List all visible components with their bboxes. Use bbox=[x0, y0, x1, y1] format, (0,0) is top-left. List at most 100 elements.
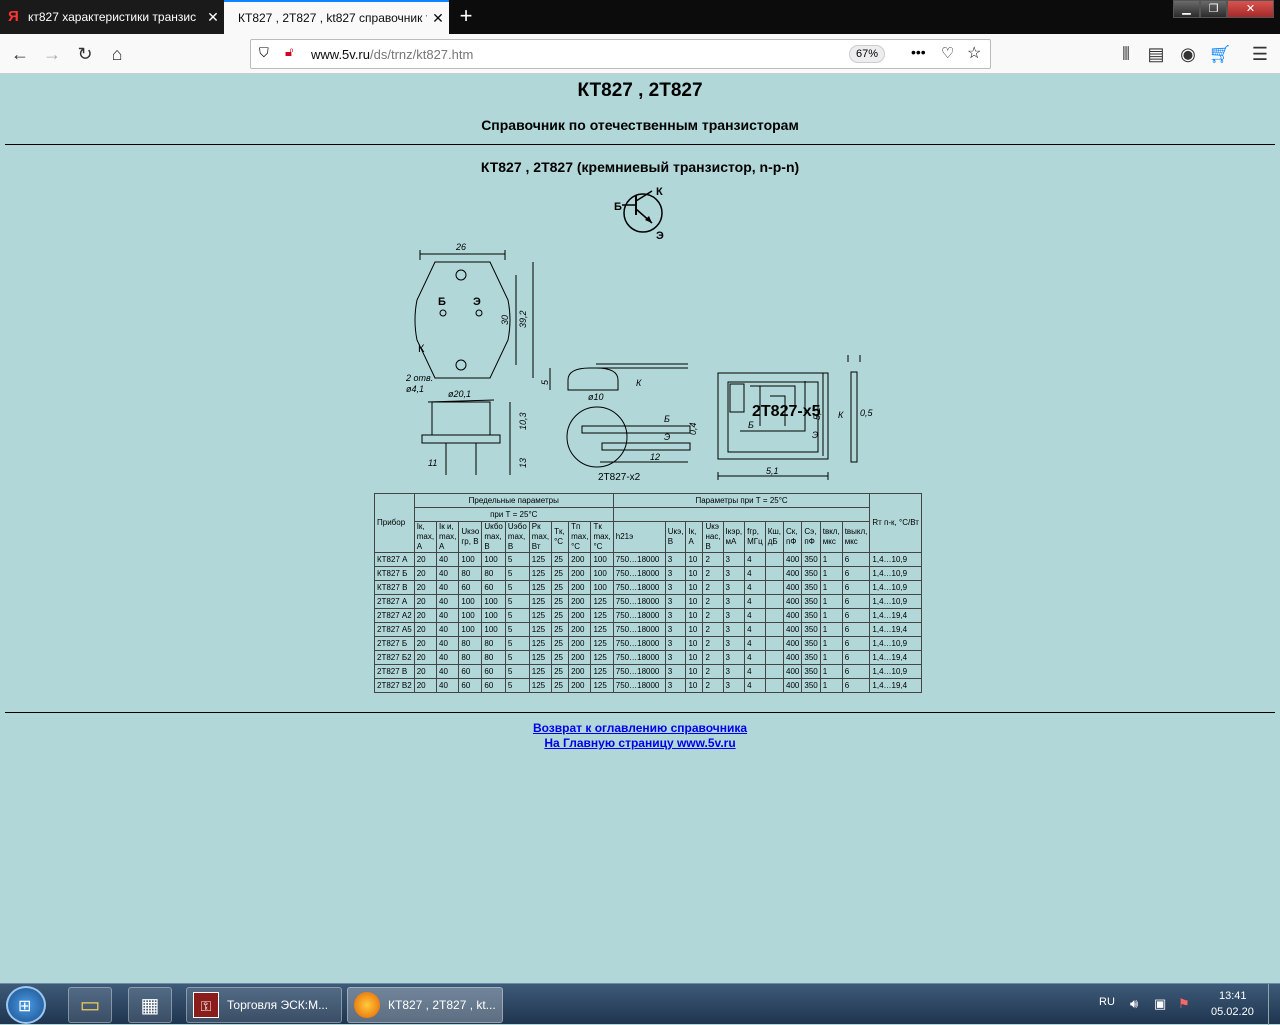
back-button[interactable]: ← bbox=[6, 40, 34, 68]
value-cell: 125 bbox=[590, 650, 614, 665]
value-cell: 750…18000 bbox=[612, 566, 666, 581]
start-button[interactable]: ⊞ bbox=[6, 986, 46, 1024]
value-cell: 125 bbox=[590, 594, 614, 609]
sidebar-icon[interactable]: ▤ bbox=[1142, 40, 1170, 68]
model-x5-label: 2Т827-х5 bbox=[752, 403, 821, 420]
1c-app-icon: ⚿ bbox=[193, 992, 219, 1018]
taskbar-app-1c[interactable]: ⚿ Торговля ЭСК:М... bbox=[186, 987, 342, 1023]
value-cell: 1 bbox=[819, 650, 843, 665]
dim-5-1-bottom: 5,1 bbox=[766, 466, 779, 476]
value-cell: 60 bbox=[481, 664, 506, 679]
cart-icon[interactable]: 🛒︎ bbox=[1206, 40, 1234, 68]
forward-button[interactable]: → bbox=[38, 40, 66, 68]
value-cell: 400 bbox=[783, 622, 803, 637]
tab-kt827[interactable]: КТ827 , 2Т827 , kt827 справочник т ✕ bbox=[224, 0, 449, 34]
value-cell: 5 bbox=[504, 566, 530, 581]
language-indicator[interactable]: RU bbox=[1099, 996, 1115, 1008]
value-cell: 750…18000 bbox=[612, 650, 666, 665]
maximize-button[interactable]: ❐ bbox=[1200, 0, 1227, 18]
value-cell: 1 bbox=[819, 552, 843, 567]
value-cell: 1,4…10,9 bbox=[869, 566, 922, 581]
home-link[interactable]: На Главную страницу www.5v.ru bbox=[544, 736, 735, 750]
value-cell: 6 bbox=[841, 622, 871, 637]
value-cell: 100 bbox=[481, 552, 506, 567]
device-cell: 2Т827 В bbox=[374, 664, 415, 679]
calculator-taskbar-button[interactable]: ▦ bbox=[128, 987, 172, 1023]
value-cell: 6 bbox=[841, 650, 871, 665]
volume-icon[interactable]: 🔊︎ bbox=[1130, 996, 1138, 1012]
close-window-button[interactable]: ✕ bbox=[1227, 0, 1274, 18]
windows-logo-icon: ⊞ bbox=[18, 998, 32, 1015]
zoom-badge[interactable]: 67% bbox=[849, 45, 885, 63]
value-cell: 400 bbox=[783, 636, 803, 651]
home-button[interactable]: ⌂ bbox=[103, 40, 131, 68]
reload-button[interactable]: ↻ bbox=[71, 40, 99, 68]
device-cell: КТ827 Б bbox=[374, 566, 415, 581]
account-icon[interactable]: ◉ bbox=[1174, 40, 1202, 68]
value-cell: 20 bbox=[413, 650, 438, 665]
value-cell: 40 bbox=[436, 580, 460, 595]
value-cell: 2 bbox=[702, 664, 724, 679]
value-cell: 100 bbox=[481, 622, 506, 637]
show-desktop-button[interactable] bbox=[1268, 984, 1280, 1025]
column-header: tвыкл, мкс bbox=[841, 521, 871, 553]
pocket-icon[interactable]: ♡ bbox=[941, 44, 954, 62]
header-limits-sub: при Т = 25°С bbox=[413, 507, 614, 522]
clock-date[interactable]: 05.02.20 bbox=[1211, 1006, 1254, 1018]
action-center-icon[interactable]: ⚑ bbox=[1178, 996, 1190, 1012]
holes-label: 2 отв. bbox=[405, 373, 433, 383]
header-rt: Rт п-к, °С/Вт bbox=[869, 493, 922, 553]
value-cell: 40 bbox=[436, 636, 460, 651]
value-cell: 20 bbox=[413, 566, 438, 581]
column-header: Iк и, max, А bbox=[436, 521, 460, 553]
firefox-icon bbox=[354, 992, 380, 1018]
value-cell: 100 bbox=[458, 552, 483, 567]
library-icon[interactable]: ⫴ bbox=[1112, 40, 1140, 68]
tab-yandex-search[interactable]: Я кт827 характеристики транзис ✕ bbox=[0, 0, 224, 34]
minimize-button[interactable]: ▁ bbox=[1173, 0, 1200, 18]
close-tab-icon[interactable]: ✕ bbox=[427, 10, 449, 27]
value-cell: 4 bbox=[744, 678, 766, 693]
tab-title: кт827 характеристики транзис bbox=[28, 10, 197, 24]
value-cell bbox=[764, 594, 785, 609]
explorer-taskbar-button[interactable]: ▭ bbox=[68, 987, 112, 1023]
value-cell: 6 bbox=[841, 580, 871, 595]
value-cell: 40 bbox=[436, 566, 460, 581]
value-cell: 4 bbox=[744, 580, 766, 595]
toc-link[interactable]: Возврат к оглавлению справочника bbox=[533, 721, 747, 735]
value-cell: 25 bbox=[551, 650, 570, 665]
value-cell: 1 bbox=[819, 678, 843, 693]
taskbar-app-firefox[interactable]: КТ827 , 2Т827 , kt... bbox=[347, 987, 503, 1023]
chip-label-b: Б bbox=[748, 420, 754, 430]
value-cell: 10 bbox=[685, 566, 704, 581]
new-tab-button[interactable]: + bbox=[454, 4, 478, 28]
value-cell: 350 bbox=[801, 636, 821, 651]
value-cell: 3 bbox=[722, 650, 746, 665]
header-params: Параметры при Т = 25°С bbox=[612, 493, 871, 508]
page-actions-icon[interactable]: ••• bbox=[911, 44, 926, 60]
column-header: Ск, пФ bbox=[783, 521, 803, 553]
value-cell: 6 bbox=[841, 594, 871, 609]
clock-time[interactable]: 13:41 bbox=[1219, 990, 1247, 1002]
bookmark-star-icon[interactable]: ☆ bbox=[967, 43, 981, 63]
value-cell: 4 bbox=[744, 636, 766, 651]
value-cell: 1,4…10,9 bbox=[869, 552, 922, 567]
value-cell: 5 bbox=[504, 580, 530, 595]
url-domain: www.5v.ru bbox=[311, 47, 370, 62]
column-header: Uкэ нас, В bbox=[702, 521, 724, 553]
tab-bar: Я кт827 характеристики транзис ✕ КТ827 ,… bbox=[0, 0, 1280, 34]
menu-icon[interactable]: ☰ bbox=[1246, 40, 1274, 68]
close-tab-icon[interactable]: ✕ bbox=[202, 9, 224, 26]
value-cell: 10 bbox=[685, 678, 704, 693]
dim-30: 30 bbox=[500, 315, 510, 325]
insecure-lock-icon[interactable]: 🔓︎ bbox=[285, 44, 293, 60]
pin-label-b: Б bbox=[438, 296, 446, 308]
network-icon[interactable]: ▣ bbox=[1154, 996, 1166, 1012]
url-bar[interactable]: ⛉ 🔓︎ www.5v.ru/ds/trnz/kt827.htm 67% •••… bbox=[250, 39, 991, 69]
value-cell: 3 bbox=[664, 650, 687, 665]
url-text[interactable]: www.5v.ru/ds/trnz/kt827.htm bbox=[311, 47, 473, 62]
shield-icon[interactable]: ⛉ bbox=[259, 45, 269, 61]
value-cell: 10 bbox=[685, 580, 704, 595]
table-row: 2Т827 В 20 40 60 60 5 125 25 200 125 750…18000 3 10 2… bbox=[374, 664, 922, 679]
value-cell: 25 bbox=[551, 552, 570, 567]
